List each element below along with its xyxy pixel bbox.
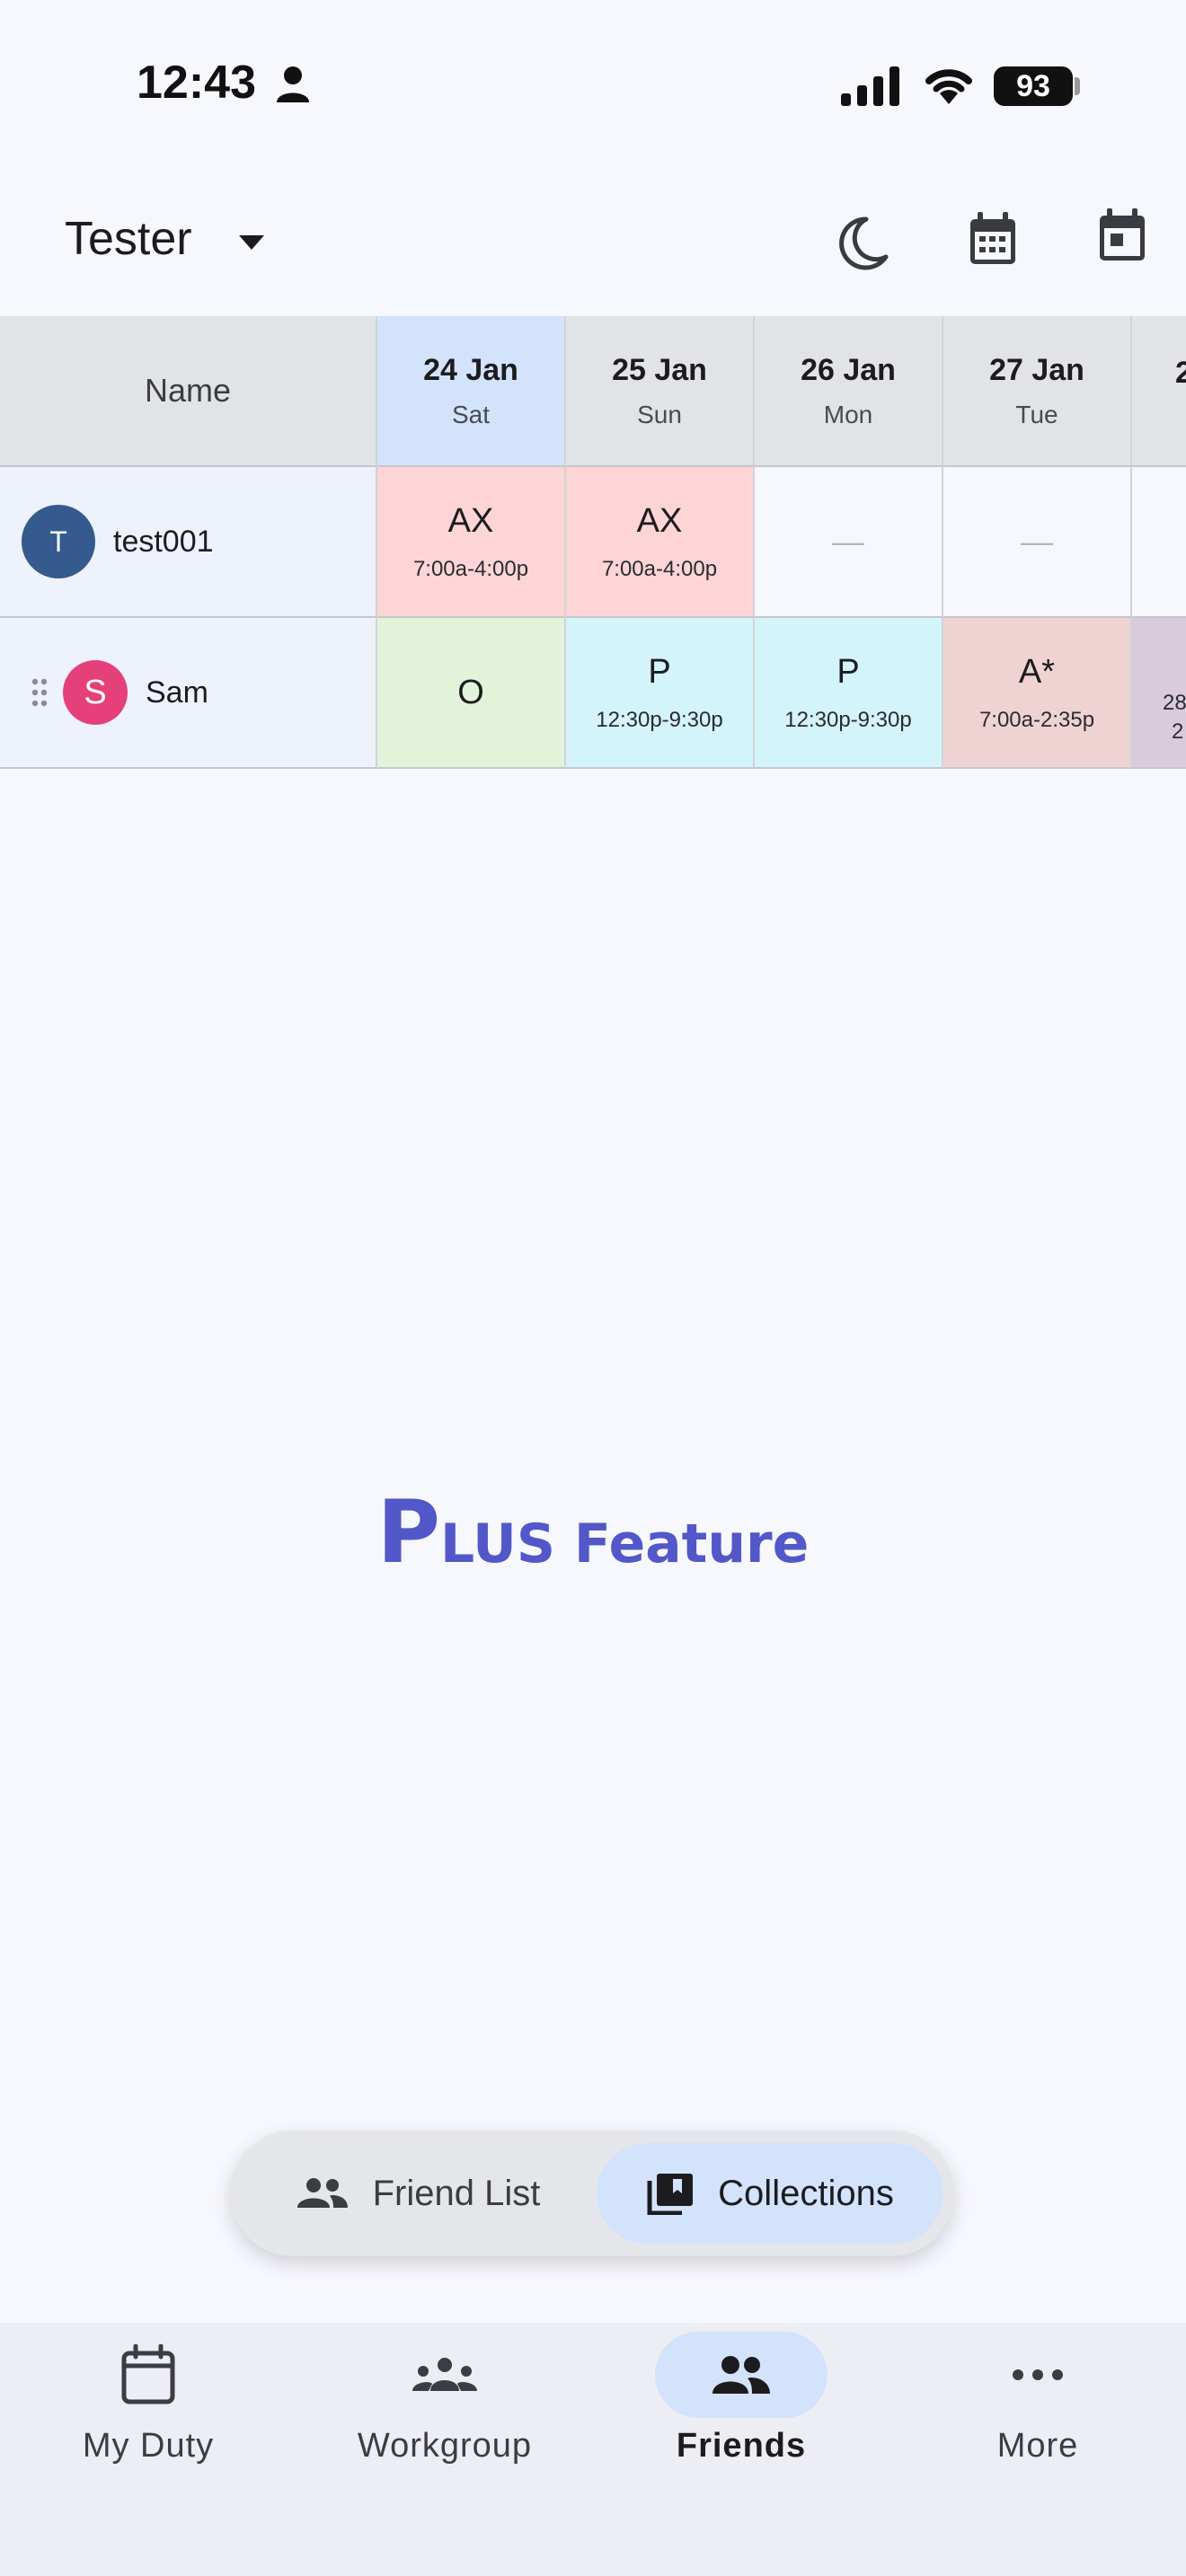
shift-time-partial: 28 bbox=[1163, 691, 1186, 715]
nav-my-duty[interactable]: My Duty bbox=[0, 2323, 296, 2502]
segment-label: Collections bbox=[718, 2173, 894, 2213]
shift-cell[interactable]: AX 7:00a-4:00p bbox=[566, 467, 755, 618]
shift-cell-partial[interactable] bbox=[1132, 467, 1186, 618]
shift-time-partial: 2 bbox=[1172, 719, 1184, 744]
date-header-24-jan[interactable]: 24 Jan Sat bbox=[377, 316, 566, 467]
empty-dash: — bbox=[1021, 523, 1053, 560]
shift-code: O bbox=[457, 673, 484, 711]
people-icon bbox=[712, 2356, 770, 2394]
shift-code: AX bbox=[636, 501, 683, 540]
shift-time: 7:00a-4:00p bbox=[412, 556, 529, 581]
shift-time: 7:00a-2:35p bbox=[978, 707, 1095, 732]
duty-roster-grid: Name 24 Jan Sat 25 Jan Sun 26 Jan Mon 27… bbox=[0, 316, 1186, 769]
cellular-signal-icon bbox=[841, 66, 899, 106]
drag-handle-icon[interactable] bbox=[31, 677, 49, 708]
header-weekday: Tue bbox=[1015, 400, 1058, 428]
person-icon bbox=[277, 66, 309, 102]
bottom-navigation: My Duty Workgroup Friends More bbox=[0, 2323, 1186, 2576]
people-icon bbox=[296, 2178, 348, 2208]
shift-cell[interactable]: P 12:30p-9:30p bbox=[755, 618, 943, 769]
calendar-today-icon[interactable] bbox=[1091, 205, 1154, 268]
header-date: 25 Jan bbox=[612, 352, 707, 387]
date-header-25-jan[interactable]: 25 Jan Sun bbox=[566, 316, 755, 467]
table-row-name[interactable]: S Sam bbox=[0, 618, 377, 769]
calendar-icon bbox=[121, 2344, 175, 2404]
shift-code: P bbox=[836, 652, 860, 691]
header-weekday: Sun bbox=[637, 400, 682, 428]
avatar: S bbox=[63, 660, 128, 725]
shift-code: P bbox=[648, 652, 671, 691]
segment-collections[interactable]: Collections bbox=[597, 2143, 943, 2244]
shift-time: 12:30p-9:30p bbox=[596, 707, 723, 732]
table-row-name[interactable]: T test001 bbox=[0, 467, 377, 618]
shift-cell-empty[interactable]: — bbox=[943, 467, 1132, 618]
more-dots-icon bbox=[1013, 2369, 1063, 2380]
battery-nub bbox=[1075, 77, 1080, 95]
shift-cell[interactable]: O bbox=[377, 618, 566, 769]
plus-feature-text: LUS Feature bbox=[440, 1513, 810, 1575]
header-date: 2 bbox=[1175, 356, 1186, 391]
status-time: 12:43 bbox=[137, 57, 256, 109]
segment-label: Friend List bbox=[372, 2173, 541, 2213]
date-header-26-jan[interactable]: 26 Jan Mon bbox=[755, 316, 943, 467]
battery-indicator: 93 bbox=[994, 66, 1073, 106]
shift-code: A* bbox=[1018, 652, 1056, 691]
nav-icon-container bbox=[62, 2332, 235, 2418]
avatar: T bbox=[22, 505, 95, 578]
shift-code: AX bbox=[447, 501, 494, 540]
shift-time: 7:00a-4:00p bbox=[601, 556, 718, 581]
nav-icon-container bbox=[951, 2332, 1124, 2418]
nav-icon-container-active bbox=[655, 2332, 828, 2418]
plus-feature-initial: P bbox=[376, 1482, 440, 1583]
friends-segmented-control: Friend List Collections bbox=[230, 2130, 954, 2256]
shift-time: 12:30p-9:30p bbox=[784, 707, 912, 732]
shift-cell-partial[interactable]: 28 2 bbox=[1132, 618, 1186, 769]
segment-friend-list[interactable]: Friend List bbox=[243, 2143, 593, 2244]
dropdown-caret-icon[interactable] bbox=[237, 234, 266, 251]
date-header-27-jan[interactable]: 27 Jan Tue bbox=[943, 316, 1132, 467]
shift-cell[interactable]: AX 7:00a-4:00p bbox=[377, 467, 566, 618]
calendar-grid-icon[interactable] bbox=[961, 208, 1024, 271]
shift-cell[interactable]: P 12:30p-9:30p bbox=[566, 618, 755, 769]
header-date: 24 Jan bbox=[423, 352, 518, 387]
nav-friends[interactable]: Friends bbox=[593, 2323, 890, 2502]
dark-mode-moon-icon[interactable] bbox=[830, 212, 893, 275]
nav-icon-container bbox=[358, 2332, 531, 2418]
plus-feature-banner[interactable]: PLUS Feature bbox=[0, 1482, 1186, 1583]
member-name: test001 bbox=[113, 524, 214, 559]
group-selector[interactable]: Tester bbox=[65, 212, 192, 266]
collections-icon bbox=[647, 2174, 694, 2215]
header-weekday: Sat bbox=[451, 400, 491, 428]
nav-workgroup[interactable]: Workgroup bbox=[296, 2323, 593, 2502]
header-date: 26 Jan bbox=[801, 352, 896, 387]
header-weekday: Mon bbox=[823, 400, 873, 428]
nav-label: More bbox=[996, 2427, 1079, 2465]
empty-dash: — bbox=[832, 523, 864, 560]
nav-label: Workgroup bbox=[357, 2427, 533, 2465]
nav-label: Friends bbox=[676, 2427, 807, 2465]
name-column-header: Name bbox=[0, 316, 377, 467]
shift-cell-empty[interactable]: — bbox=[755, 467, 943, 618]
member-name: Sam bbox=[146, 675, 208, 710]
nav-label: My Duty bbox=[82, 2427, 215, 2465]
name-header-label: Name bbox=[144, 372, 232, 409]
header-date: 27 Jan bbox=[989, 352, 1084, 387]
group-icon bbox=[412, 2358, 477, 2391]
shift-cell[interactable]: A* 7:00a-2:35p bbox=[943, 618, 1132, 769]
date-header-partial[interactable]: 2 bbox=[1132, 316, 1186, 467]
nav-more[interactable]: More bbox=[890, 2323, 1186, 2502]
wifi-icon bbox=[925, 69, 972, 104]
